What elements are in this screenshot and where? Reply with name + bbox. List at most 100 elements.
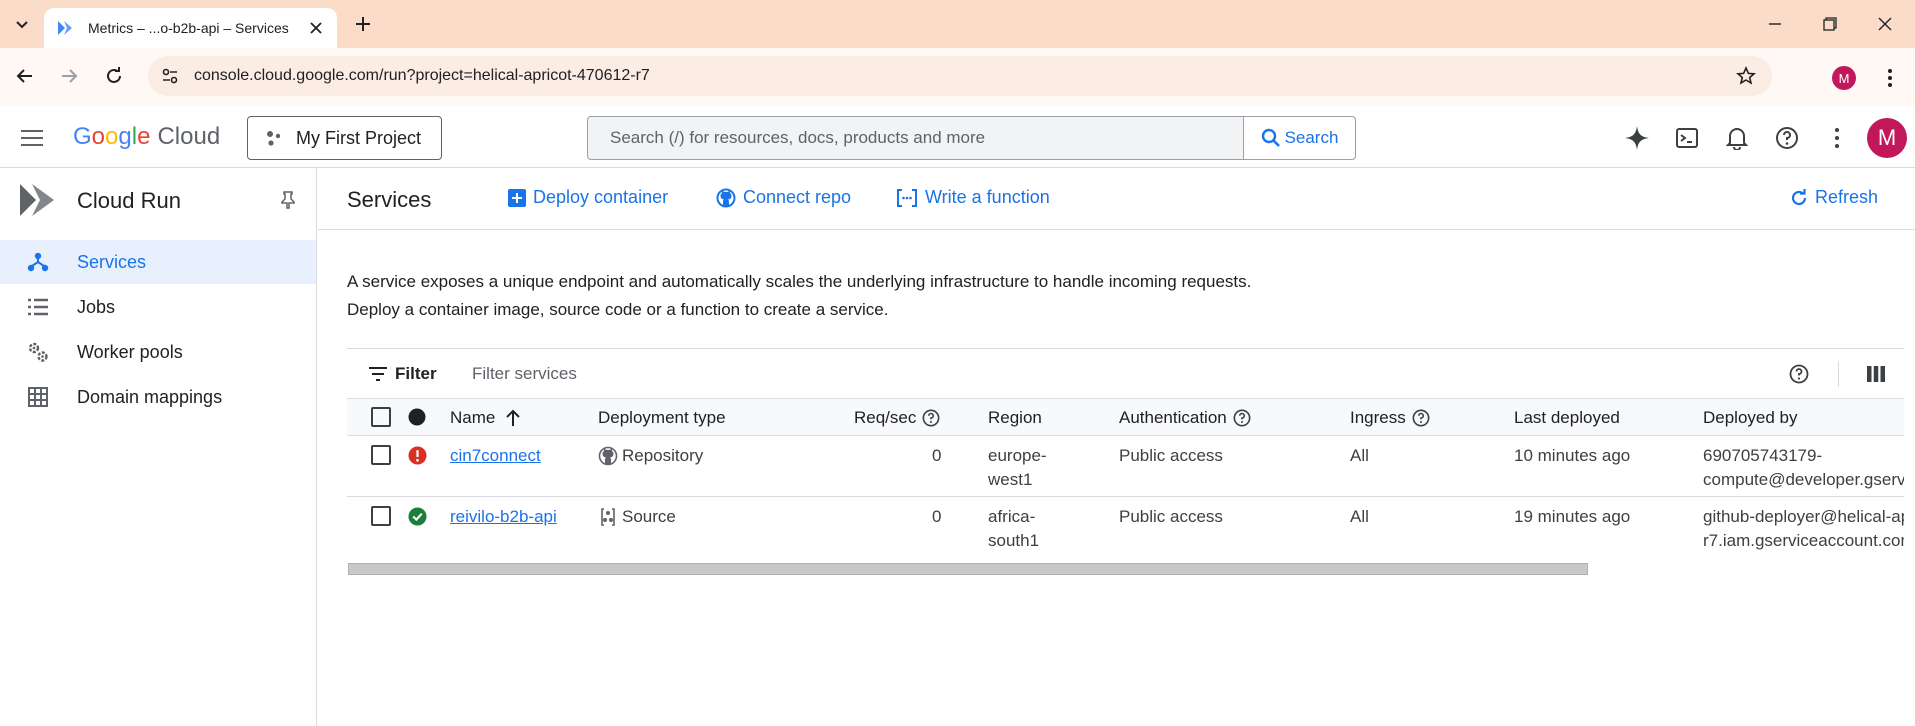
restore-button[interactable] [1816, 10, 1844, 38]
help-circle-icon[interactable] [1412, 409, 1430, 427]
ingress-cell: All [1350, 446, 1369, 465]
bookmark-star-icon[interactable] [1734, 64, 1758, 88]
pin-button[interactable] [276, 188, 300, 212]
table-row: cin7connect Repository 0 europe- west1 P… [347, 436, 1904, 497]
account-avatar[interactable]: M [1867, 118, 1907, 158]
minimize-icon [1769, 23, 1781, 25]
search-button[interactable]: Search [1243, 117, 1355, 159]
region-cell: africa- south1 [988, 507, 1040, 550]
column-header-authentication[interactable]: Authentication [1119, 408, 1251, 428]
forward-button[interactable] [55, 62, 83, 90]
deployment-type-cell: Repository [598, 444, 703, 468]
divider [1838, 361, 1839, 387]
help-circle-icon [1776, 127, 1798, 149]
search-input[interactable] [588, 117, 1243, 159]
project-picker-button[interactable]: My First Project [247, 116, 442, 160]
filter-input[interactable] [472, 361, 1072, 387]
settings-more-button[interactable] [1822, 123, 1852, 153]
deployed-by-cell: github-deployer@helical-apricot-470612- … [1703, 507, 1904, 550]
req-sec-cell: 0 [932, 446, 942, 465]
chrome-profile-avatar[interactable]: M [1832, 66, 1856, 90]
cloud-shell-button[interactable] [1672, 123, 1702, 153]
help-circle-icon[interactable] [1233, 409, 1251, 427]
close-window-button[interactable] [1871, 10, 1899, 38]
filter-help-icon[interactable] [1787, 362, 1811, 386]
sidebar-item-services[interactable]: Services [0, 240, 316, 284]
pin-icon [281, 191, 295, 209]
reload-button[interactable] [100, 62, 128, 90]
console-header: Google Cloud My First Project Search M [0, 106, 1915, 168]
column-display-icon[interactable] [1864, 362, 1888, 386]
column-header-deployment-type[interactable]: Deployment type [598, 408, 726, 428]
page-description: A service exposes a unique endpoint and … [347, 272, 1252, 319]
refresh-button[interactable]: Refresh [1790, 187, 1878, 208]
plus-icon [356, 17, 370, 31]
gemini-button[interactable] [1622, 123, 1652, 153]
function-brackets-icon [897, 188, 917, 207]
status-column-icon [407, 407, 427, 427]
site-info-icon[interactable] [158, 64, 182, 88]
main-content: Services Deploy container Connect repo W… [318, 168, 1915, 726]
column-header-region[interactable]: Region [988, 408, 1042, 428]
last-deployed-cell: 19 minutes ago [1514, 507, 1631, 526]
close-tab-button[interactable] [307, 19, 325, 37]
browser-tab[interactable]: Metrics – ...o-b2b-api – Services [44, 8, 337, 48]
deployment-type-cell: Source [598, 505, 676, 529]
sidebar-item-domain-mappings[interactable]: Domain mappings [0, 375, 316, 419]
notifications-button[interactable] [1722, 123, 1752, 153]
main-menu-button[interactable] [18, 124, 46, 152]
browser-toolbar: console.cloud.google.com/run?project=hel… [0, 48, 1915, 106]
browser-tab-bar: Metrics – ...o-b2b-api – Services [0, 0, 1915, 48]
authentication-cell: Public access [1119, 507, 1223, 526]
horizontal-scrollbar[interactable] [348, 563, 1588, 575]
cloud-run-favicon-icon [58, 21, 72, 35]
list-icon [26, 295, 50, 319]
minimize-button[interactable] [1761, 10, 1789, 38]
chevron-down-icon [16, 21, 28, 29]
refresh-icon [1791, 188, 1807, 205]
column-header-deployed-by[interactable]: Deployed by [1703, 408, 1798, 428]
back-button[interactable] [11, 62, 39, 90]
google-cloud-logo[interactable]: Google Cloud [73, 123, 220, 151]
row-checkbox[interactable] [371, 445, 391, 465]
column-header-last-deployed[interactable]: Last deployed [1514, 408, 1620, 428]
tab-title: Metrics – ...o-b2b-api – Services [88, 20, 289, 36]
deploy-container-button[interactable]: Deploy container [508, 187, 668, 208]
add-box-icon [508, 188, 526, 207]
project-icon [267, 131, 281, 146]
table-header: Name Deployment type Req/sec Region Auth… [347, 398, 1904, 436]
new-tab-button[interactable] [350, 11, 376, 37]
success-status-icon [407, 506, 427, 526]
column-header-req-sec[interactable]: Req/sec [854, 408, 940, 428]
service-link[interactable]: cin7connect [450, 446, 541, 465]
row-checkbox[interactable] [371, 506, 391, 526]
chrome-menu-button[interactable] [1876, 64, 1904, 92]
sidebar-item-worker-pools[interactable]: Worker pools [0, 330, 316, 374]
filter-button[interactable]: Filter [369, 364, 437, 384]
page-toolbar: Services Deploy container Connect repo W… [318, 168, 1915, 230]
select-all-checkbox[interactable] [371, 407, 391, 427]
authentication-cell: Public access [1119, 446, 1223, 465]
write-function-button[interactable]: Write a function [896, 187, 1050, 208]
close-icon [310, 22, 322, 34]
product-title: Cloud Run [77, 188, 181, 213]
help-circle-icon[interactable] [922, 409, 940, 427]
sidebar-item-jobs[interactable]: Jobs [0, 285, 316, 329]
help-button[interactable] [1772, 123, 1802, 153]
tab-search-button[interactable] [8, 10, 36, 38]
source-code-icon [601, 508, 615, 526]
sparkle-icon [1625, 126, 1649, 150]
github-icon [716, 188, 736, 207]
column-header-name[interactable]: Name [450, 408, 521, 428]
connect-repo-button[interactable]: Connect repo [716, 187, 851, 208]
grid-icon [26, 385, 50, 409]
page-title: Services [347, 187, 432, 212]
reload-icon [107, 67, 121, 83]
column-header-ingress[interactable]: Ingress [1350, 408, 1430, 428]
gears-icon [26, 340, 50, 364]
region-cell: europe- west1 [988, 446, 1047, 489]
sidebar: Cloud Run Services Jobs Worker pools Dom… [0, 168, 317, 726]
address-bar[interactable]: console.cloud.google.com/run?project=hel… [148, 56, 1772, 96]
arrow-left-icon [16, 69, 32, 83]
service-link[interactable]: reivilo-b2b-api [450, 507, 557, 526]
